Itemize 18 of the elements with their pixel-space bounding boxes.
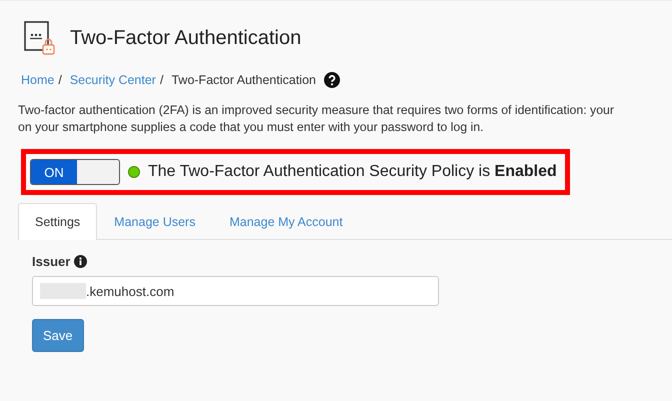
breadcrumb-link[interactable]: Security Center <box>70 73 156 87</box>
issuer-field[interactable]: .kemuhost.com <box>32 276 439 306</box>
breadcrumb-current: Two-Factor Authentication <box>171 73 316 87</box>
tab[interactable]: Manage Users <box>97 203 212 240</box>
tab[interactable]: Manage My Account <box>212 203 360 240</box>
page-title: Two-Factor Authentication <box>70 26 302 50</box>
breadcrumb-link[interactable]: Home <box>21 73 54 87</box>
breadcrumb-separator: / <box>58 73 62 87</box>
policy-status-text: The Two-Factor Authentication Security Policy is Enabled <box>148 163 557 181</box>
tab[interactable]: Settings <box>18 203 98 240</box>
toggle-switch[interactable]: ON <box>30 159 120 185</box>
lock-screen-icon <box>24 21 56 55</box>
info-icon[interactable] <box>74 255 88 268</box>
description-text: Two-factor authentication (2FA) is an improved security measure that requires two forms of identification: your on your smartphone supplies a code that you must enter with your password to log in. <box>18 102 615 136</box>
help-icon[interactable] <box>324 72 340 88</box>
field-label: Issuer <box>32 254 70 269</box>
breadcrumb-separator: / <box>160 73 164 87</box>
save-button[interactable]: Save <box>32 319 84 352</box>
